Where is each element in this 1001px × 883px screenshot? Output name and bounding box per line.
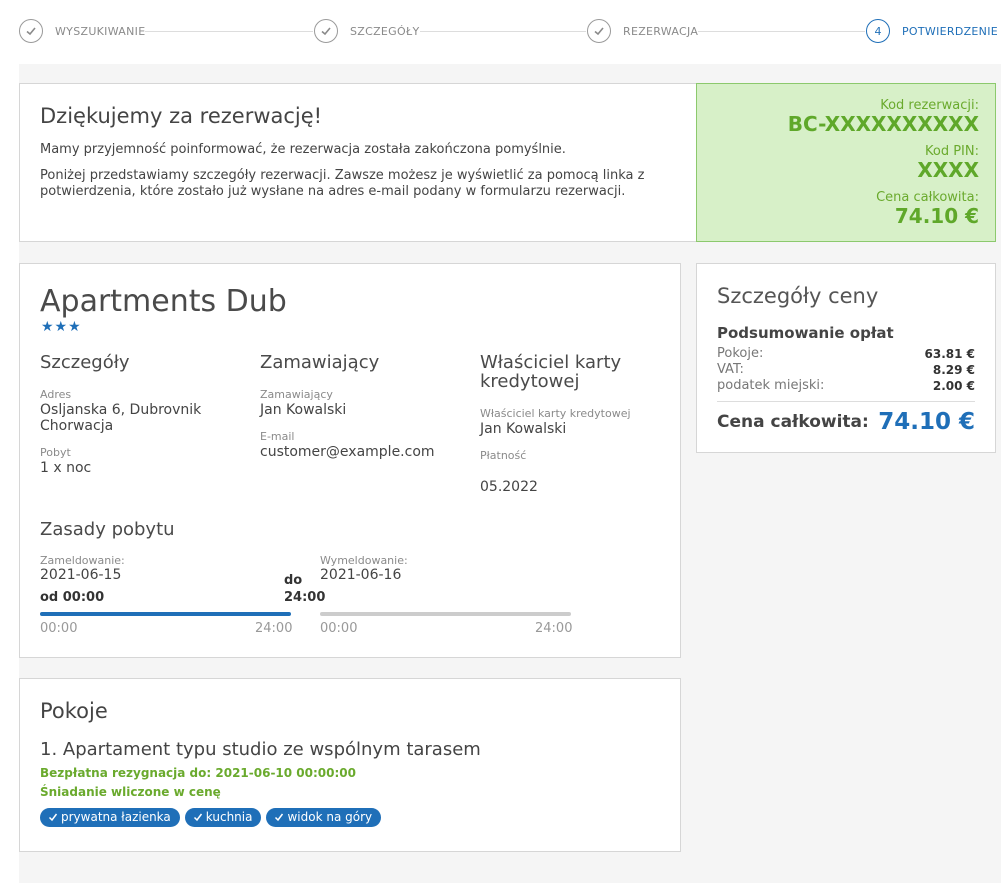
email-label: E-mail xyxy=(260,430,295,443)
email-value: customer@example.com xyxy=(260,444,435,460)
price-title: Szczegóły ceny xyxy=(717,284,879,308)
price-row-value: 8.29 € xyxy=(932,363,975,377)
thanks-info: Poniżej przedstawiamy szczegóły rezerwac… xyxy=(40,168,645,199)
check-icon xyxy=(275,813,284,822)
checkin-from: od 00:00 xyxy=(40,590,105,605)
price-row-rooms: Pokoje: 63.81 € xyxy=(717,346,975,362)
reservation-code-box: Kod rezerwacji: BC-XXXXXXXXXX Kod PIN: X… xyxy=(696,83,996,242)
step-label: POTWIERDZENIE xyxy=(902,24,999,38)
price-row-value: 63.81 € xyxy=(924,347,975,361)
checkout-start-tick: 00:00 xyxy=(320,621,358,636)
amenity-tag: prywatna łazienka xyxy=(40,808,180,827)
price-row-label: Pokoje: xyxy=(717,346,764,361)
price-row-label: podatek miejski: xyxy=(717,378,825,393)
rooms-title: Pokoje xyxy=(40,699,108,723)
address-label: Adres xyxy=(40,388,72,401)
breakfast-included: Śniadanie wliczone w cenę xyxy=(40,785,221,799)
stay-value: 1 x noc xyxy=(40,460,92,476)
card-holder-value: Jan Kowalski xyxy=(480,421,567,437)
amenity-tags: prywatna łazienka kuchnia widok na góry xyxy=(40,808,660,827)
page-title: Dziękujemy za rezerwację! xyxy=(40,104,323,128)
checkin-to-label: do xyxy=(284,573,303,588)
check-icon xyxy=(193,813,202,822)
checkin-time-bar xyxy=(40,612,291,616)
price-row-city-tax: podatek miejski: 2.00 € xyxy=(717,378,975,394)
booker-name-value: Jan Kowalski xyxy=(260,402,347,418)
total-price-label: Cena całkowita: xyxy=(876,190,979,205)
step-reservation[interactable]: REZERWACJA xyxy=(587,18,698,44)
checkin-end-tick: 24:00 xyxy=(255,621,293,636)
checkin-label: Zameldowanie: xyxy=(40,554,125,567)
divider xyxy=(717,401,975,402)
check-icon xyxy=(314,19,338,43)
price-row-value: 2.00 € xyxy=(932,379,975,393)
price-row-label: VAT: xyxy=(717,362,744,377)
details-title: Szczegóły xyxy=(40,352,130,373)
address-line1: Osljanska 6, Dubrovnik xyxy=(40,402,202,418)
step-label: SZCZEGÓŁY xyxy=(350,24,420,38)
total-value: 74.10 € xyxy=(878,409,975,435)
check-icon xyxy=(48,813,58,822)
room-name: 1. Apartament typu studio ze wspólnym ta… xyxy=(40,739,481,760)
check-icon xyxy=(19,19,43,43)
amenity-tag-label: kuchnia xyxy=(205,810,253,824)
thanks-message: Mamy przyjemność poinformować, że rezerw… xyxy=(40,142,566,157)
address-line2: Chorwacja xyxy=(40,418,114,434)
total-price-value: 74.10 € xyxy=(894,204,979,228)
price-row-vat: VAT: 8.29 € xyxy=(717,362,975,378)
step-number: 4 xyxy=(866,19,890,43)
stepper-line xyxy=(145,31,313,32)
card-holder-label: Właściciel karty kredytowej xyxy=(480,407,631,420)
booker-name-label: Zamawiający xyxy=(260,388,333,401)
checkin-date: 2021-06-15 xyxy=(40,567,122,583)
payment-label: Płatność xyxy=(480,449,527,462)
pin-label: Kod PIN: xyxy=(925,144,979,159)
checkin-start-tick: 00:00 xyxy=(40,621,78,636)
thanks-panel: Dziękujemy za rezerwację! Mamy przyjemno… xyxy=(19,83,697,242)
step-details[interactable]: SZCZEGÓŁY xyxy=(314,18,419,44)
checkout-date: 2021-06-16 xyxy=(320,567,402,583)
stay-label: Pobyt xyxy=(40,446,71,459)
rules-title: Zasady pobytu xyxy=(40,519,175,540)
free-cancellation: Bezpłatna rezygnacja do: 2021-06-10 00:0… xyxy=(40,766,357,780)
step-confirmation: 4 POTWIERDZENIE xyxy=(866,18,998,44)
total-row: Cena całkowita: 74.10 € xyxy=(717,409,975,435)
amenity-tag: kuchnia xyxy=(184,808,262,827)
amenity-tag-label: widok na góry xyxy=(287,810,373,824)
rooms-panel: Pokoje 1. Apartament typu studio ze wspó… xyxy=(19,678,681,852)
check-icon xyxy=(587,19,611,43)
payment-value: 05.2022 xyxy=(480,479,538,495)
total-label: Cena całkowita: xyxy=(717,412,869,432)
pin-value: XXXX xyxy=(917,158,979,182)
progress-stepper: WYSZUKIWANIE SZCZEGÓŁY REZERWACJA 4 POTW… xyxy=(0,0,1001,64)
fees-summary-title: Podsumowanie opłat xyxy=(717,324,894,342)
hotel-panel: Apartments Dub ★★★ Szczegóły Adres Oslja… xyxy=(19,263,681,658)
step-label: REZERWACJA xyxy=(623,24,699,38)
step-label: WYSZUKIWANIE xyxy=(55,24,146,38)
reservation-code-label: Kod rezerwacji: xyxy=(880,98,979,113)
hotel-name: Apartments Dub xyxy=(40,284,287,319)
stepper-line xyxy=(420,31,586,32)
checkout-time-bar xyxy=(320,612,571,616)
price-panel: Szczegóły ceny Podsumowanie opłat Pokoje… xyxy=(696,263,996,453)
amenity-tag-label: prywatna łazienka xyxy=(61,810,171,824)
checkin-to-time: 24:00 xyxy=(284,590,326,605)
reservation-code-value: BC-XXXXXXXXXX xyxy=(787,112,979,136)
step-search[interactable]: WYSZUKIWANIE xyxy=(19,18,145,44)
stepper-line xyxy=(698,31,865,32)
card-title-line2: kredytowej xyxy=(480,371,580,392)
checkout-label: Wymeldowanie: xyxy=(320,554,408,567)
checkout-end-tick: 24:00 xyxy=(535,621,573,636)
amenity-tag: widok na góry xyxy=(266,808,382,827)
booker-title: Zamawiający xyxy=(260,352,380,373)
star-rating: ★★★ xyxy=(41,319,82,335)
card-title: Właściciel karty xyxy=(480,352,622,373)
